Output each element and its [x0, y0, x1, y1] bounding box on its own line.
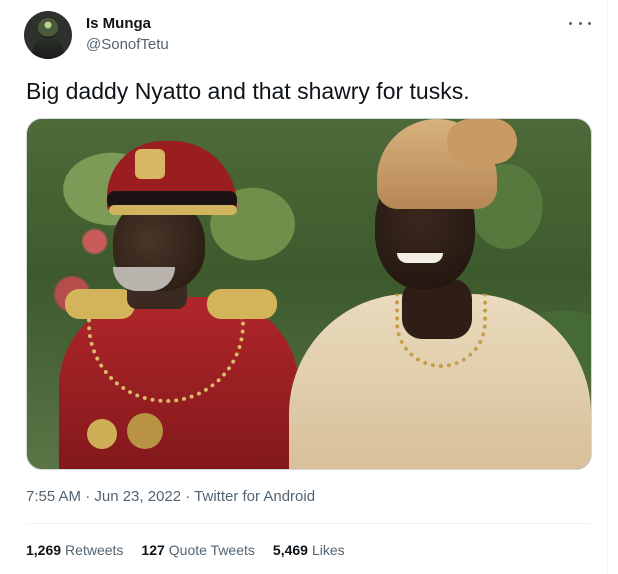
man-medal — [127, 413, 163, 449]
man-epaulette-right — [207, 289, 277, 319]
tweet-timestamp[interactable]: 7:55 AM · Jun 23, 2022 · Twitter for And… — [26, 487, 315, 507]
author-handle[interactable]: @SonofTetu — [86, 35, 169, 55]
more-icon[interactable] — [569, 16, 591, 30]
author-name[interactable]: Is Munga — [86, 14, 151, 34]
woman-smile — [397, 253, 443, 263]
tweet-card: Is Munga @SonofTetu Big daddy Nyatto and… — [0, 0, 608, 574]
tweet-text: Big daddy Nyatto and that shawry for tus… — [26, 78, 470, 104]
more-dot — [569, 21, 572, 25]
avatar-helmet — [38, 18, 58, 38]
likes-stat[interactable]: 5,469 Likes — [273, 540, 345, 560]
man-cap-badge — [135, 149, 165, 179]
tweet-photo[interactable] — [26, 118, 592, 470]
avatar-body — [32, 38, 64, 59]
woman-headwrap-top — [447, 119, 517, 164]
retweets-stat[interactable]: 1,269 Retweets — [26, 540, 123, 560]
avatar[interactable] — [24, 11, 72, 59]
quote-tweets-stat[interactable]: 127 Quote Tweets — [141, 540, 255, 560]
quote-tweets-label: Quote Tweets — [168, 542, 255, 558]
man-cap-peak — [109, 205, 237, 215]
more-dot — [588, 21, 591, 25]
likes-label: Likes — [311, 542, 345, 558]
man-epaulette-left — [65, 289, 135, 319]
retweets-count: 1,269 — [26, 542, 62, 558]
likes-count: 5,469 — [272, 542, 308, 558]
tweet-stats: 1,269 Retweets 127 Quote Tweets 5,469 Li… — [26, 540, 345, 560]
quote-tweets-count: 127 — [141, 542, 165, 558]
more-dot — [578, 21, 582, 25]
man-medal — [87, 419, 117, 449]
retweets-label: Retweets — [65, 542, 124, 558]
divider — [26, 523, 591, 524]
